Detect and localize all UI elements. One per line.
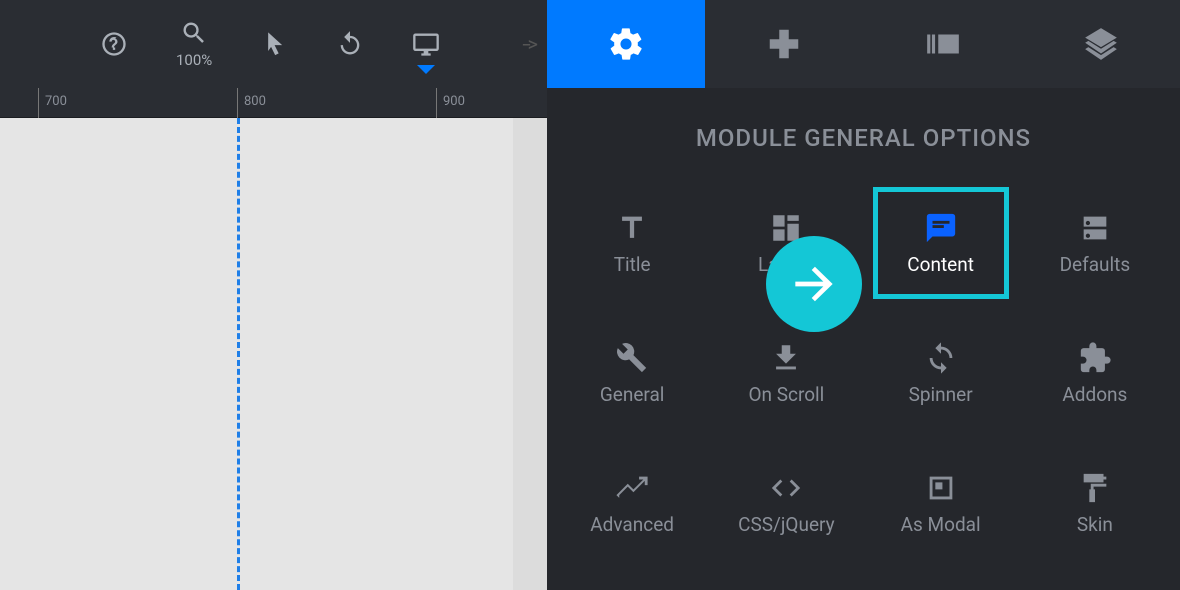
main-area: 700 800 900 MODULE GENERAL OPTIONS Title… (0, 88, 1180, 590)
editor-canvas[interactable] (0, 118, 547, 590)
preview-desktop-button[interactable] (412, 30, 440, 58)
cursor-icon (260, 30, 288, 58)
vertical-guide[interactable] (237, 118, 240, 590)
overflow-indicator: --> (522, 32, 535, 56)
ruler-mark: 900 (436, 88, 437, 118)
arrow-right-icon (786, 256, 842, 312)
canvas-area: 700 800 900 (0, 88, 547, 590)
undo-icon (336, 30, 364, 58)
option-general[interactable]: General (555, 308, 709, 438)
layers-icon (1082, 25, 1120, 63)
download-icon (769, 341, 803, 375)
gear-icon (607, 25, 645, 63)
dpad-icon (765, 25, 803, 63)
slides-icon (924, 25, 962, 63)
option-addons[interactable]: Addons (1018, 308, 1172, 438)
zoom-value: 100% (176, 51, 212, 69)
help-button[interactable] (100, 30, 128, 58)
chat-icon (924, 211, 958, 245)
tab-slides[interactable] (864, 0, 1022, 88)
top-toolbar: 100% --> (0, 0, 1180, 88)
options-sidebar: MODULE GENERAL OPTIONS Title Layout Cont… (547, 88, 1180, 590)
option-content[interactable]: Content (864, 178, 1018, 308)
cursor-tool[interactable] (260, 30, 288, 58)
option-title[interactable]: Title (555, 178, 709, 308)
help-icon (100, 30, 128, 58)
magnifier-icon (180, 19, 208, 47)
zoom-control[interactable]: 100% (176, 19, 212, 69)
canvas-edge (513, 118, 547, 590)
horizontal-ruler: 700 800 900 (0, 88, 547, 118)
wrench-icon (615, 341, 649, 375)
toolbar-panel-tabs (547, 0, 1180, 88)
options-grid: Title Layout Content Defaults General On… (547, 178, 1180, 568)
text-icon (615, 211, 649, 245)
sidebar-title: MODULE GENERAL OPTIONS (547, 88, 1180, 178)
code-icon (769, 471, 803, 505)
ruler-mark: 800 (237, 88, 238, 118)
tab-navigation[interactable] (705, 0, 863, 88)
toolbar-left-group: 100% --> (0, 0, 547, 88)
paint-roller-icon (1078, 471, 1112, 505)
option-on-scroll[interactable]: On Scroll (709, 308, 863, 438)
ruler-mark: 700 (38, 88, 39, 118)
undo-button[interactable] (336, 30, 364, 58)
option-spinner[interactable]: Spinner (864, 308, 1018, 438)
option-skin[interactable]: Skin (1018, 438, 1172, 568)
monitor-icon (412, 30, 440, 58)
timeline-icon (615, 471, 649, 505)
window-icon (924, 471, 958, 505)
option-as-modal[interactable]: As Modal (864, 438, 1018, 568)
server-icon (1078, 211, 1112, 245)
option-defaults[interactable]: Defaults (1018, 178, 1172, 308)
tab-settings[interactable] (547, 0, 705, 88)
puzzle-icon (1078, 341, 1112, 375)
tab-layers[interactable] (1022, 0, 1180, 88)
tutorial-arrow-callout (766, 236, 862, 332)
option-css-jquery[interactable]: CSS/jQuery (709, 438, 863, 568)
option-advanced[interactable]: Advanced (555, 438, 709, 568)
sync-icon (924, 341, 958, 375)
